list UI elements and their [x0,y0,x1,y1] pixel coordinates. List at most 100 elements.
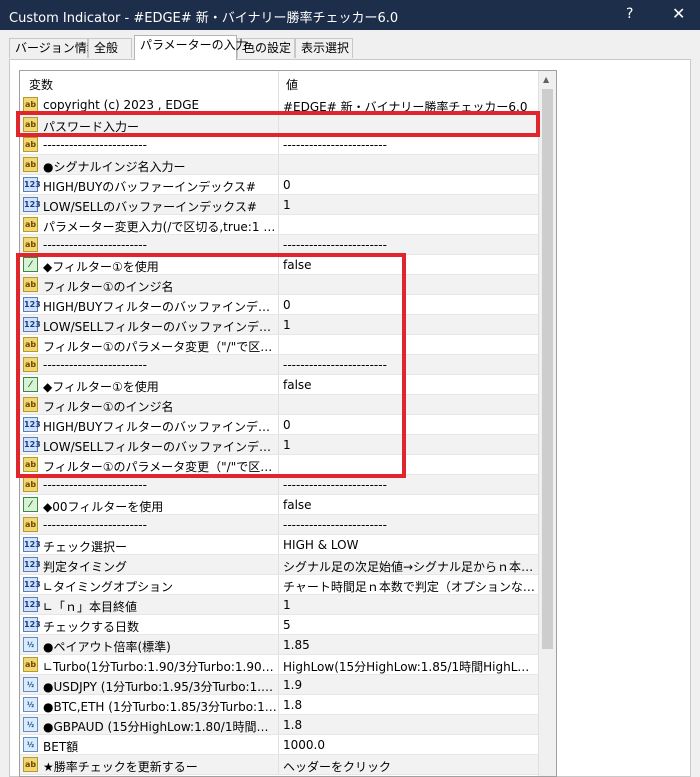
parameter-row[interactable]: 123 ∟「ｎ」本目終値 1 [20,595,538,615]
parameter-row[interactable]: 123 チェックする日数 5 [20,615,538,635]
string-type-icon: ab [23,97,38,112]
parameter-row[interactable]: ½ ●GBPAUD (15分HighLow:1.80/1時間HighLow:1.8… [20,715,538,735]
parameter-value[interactable]: false [283,258,536,272]
parameter-value[interactable]: ------------------------ [283,358,536,372]
parameter-value[interactable]: 1.9 [283,678,536,692]
parameter-row[interactable]: ab ∟Turbo(1分Turbo:1.90/3分Turbo:1.90/5分Tur… [20,655,538,675]
parameter-row[interactable]: ab ------------------------ --------------… [20,355,538,375]
parameter-value[interactable]: ヘッダーをクリック [283,758,536,775]
parameter-row[interactable]: 123 チェック選択ー HIGH & LOW [20,535,538,555]
tab-general[interactable]: 全般 [88,38,132,58]
parameter-grid: 変数 値 ab copyright (c) 2023 , EDGE #EDGE# 新… [19,70,557,777]
parameter-value[interactable]: 1 [283,318,536,332]
parameter-row[interactable]: ab ------------------------ --------------… [20,235,538,255]
parameter-row[interactable]: 123 判定タイミング シグナル足の次足始値→シグナル足からｎ本目終値 [20,555,538,575]
parameter-value[interactable]: HighLow(15分HighLow:1.85/1時間HighLow:1.85) [283,658,536,675]
vertical-scrollbar[interactable]: ▲ [538,71,556,776]
parameter-value[interactable]: ------------------------ [283,238,536,252]
double-type-icon: ½ [23,697,38,712]
parameter-value[interactable]: 1.8 [283,718,536,732]
parameter-row[interactable]: 123HIGH/BUYフィルターのバッファインデックス# 0 [20,415,538,435]
cell-divider [278,715,279,734]
column-divider[interactable] [278,71,279,95]
parameter-row[interactable]: ⁄ ◆00フィルターを使用 false [20,495,538,515]
parameter-value[interactable]: 1 [283,198,536,212]
column-header-value[interactable]: 値 [286,76,298,93]
parameter-name: ◆フィルター①を使用 [43,380,159,394]
double-type-icon: ½ [23,737,38,752]
parameter-row[interactable]: ab ★勝率チェックを更新するー ヘッダーをクリック [20,755,538,775]
help-button[interactable]: ? [626,6,633,22]
parameter-name: パスワード入力ー [43,120,140,134]
scroll-thumb[interactable] [542,89,553,649]
parameter-row[interactable]: ab フィルター①のインジ名 [20,395,538,415]
parameter-value[interactable]: 0 [283,418,536,432]
integer-type-icon: 123 [23,617,41,632]
parameter-name: パラメーター変更入力(/で区切る,true:1 false:0... [43,220,277,234]
parameter-value[interactable]: 1 [283,438,536,452]
parameter-row[interactable]: 123LOW/SELLフィルターのバッファインデックス# 1 [20,315,538,335]
parameter-row[interactable]: 123 ∟タイミングオプション チャート時間足ｎ本数で判定（オプションなし） [20,575,538,595]
parameter-row[interactable]: 123 HIGH/BUYのバッファーインデックス# 0 [20,175,538,195]
boolean-type-icon: ⁄ [23,377,38,392]
cell-divider [278,355,279,374]
tab-display[interactable]: 表示選択 [295,38,353,58]
parameter-row[interactable]: ab ●シグナルインジ名入力ー [20,155,538,175]
parameter-value[interactable]: 5 [283,618,536,632]
parameter-value[interactable]: シグナル足の次足始値→シグナル足からｎ本目終値 [283,558,536,575]
parameter-name: ◆フィルター①を使用 [43,260,159,274]
parameter-name: フィルター①のパラメータ変更（"/"で区切る） [43,460,277,474]
parameter-row[interactable]: 123 LOW/SELLのバッファーインデックス# 1 [20,195,538,215]
parameter-value[interactable]: チャート時間足ｎ本数で判定（オプションなし） [283,578,536,595]
cell-divider [278,495,279,514]
cell-divider [278,115,279,134]
tab-version-info[interactable]: バージョン情報 [9,38,99,58]
parameter-name: ------------------------ [43,478,147,492]
cell-divider [278,615,279,634]
parameter-row[interactable]: ab ------------------------ --------------… [20,515,538,535]
parameter-value[interactable]: false [283,498,536,512]
parameter-row[interactable]: ab パスワード入力ー [20,115,538,135]
parameter-value[interactable]: 1000.0 [283,738,536,752]
parameter-row[interactable]: 123HIGH/BUYフィルターのバッファインデックス# 0 [20,295,538,315]
parameter-row[interactable]: ½ BET額 1000.0 [20,735,538,755]
parameter-row[interactable]: ab パラメーター変更入力(/で区切る,true:1 false:0... [20,215,538,235]
parameter-row[interactable]: ab ------------------------ --------------… [20,475,538,495]
parameter-row[interactable]: ab ------------------------ --------------… [20,135,538,155]
parameter-value[interactable]: 0 [283,178,536,192]
parameter-value[interactable]: 1.85 [283,638,536,652]
parameter-value[interactable]: ------------------------ [283,478,536,492]
parameter-row[interactable]: ab フィルター①のパラメータ変更（"/"で区切る） [20,335,538,355]
parameter-row[interactable]: ab フィルター①のインジ名 [20,275,538,295]
scroll-up-icon[interactable]: ▲ [543,75,549,84]
parameter-row[interactable]: ½ ●USDJPY (1分Turbo:1.95/3分Turbo:1.90/5分Tu… [20,675,538,695]
cell-divider [278,555,279,574]
parameter-value[interactable]: #EDGE# 新・バイナリー勝率チェッカー6.0 [283,98,536,115]
parameter-value[interactable]: HIGH & LOW [283,538,536,552]
parameter-value[interactable]: ------------------------ [283,138,536,152]
parameter-value[interactable]: 1 [283,598,536,612]
parameter-value[interactable]: 1.8 [283,698,536,712]
boolean-type-icon: ⁄ [23,257,38,272]
parameter-value[interactable]: 0 [283,298,536,312]
parameter-row[interactable]: 123LOW/SELLフィルターのバッファインデックス# 1 [20,435,538,455]
close-button[interactable]: ✕ [672,4,685,23]
string-type-icon: ab [23,157,38,172]
parameter-name: HIGH/BUYのバッファーインデックス# [43,180,256,194]
cell-divider [278,295,279,314]
cell-divider [278,315,279,334]
parameter-value[interactable]: false [283,378,536,392]
cell-divider [278,755,279,774]
column-header-variable[interactable]: 変数 [29,76,53,93]
parameter-row[interactable]: ab フィルター①のパラメータ変更（"/"で区切る） [20,455,538,475]
parameter-value[interactable]: ------------------------ [283,518,536,532]
cell-divider [278,415,279,434]
parameter-row[interactable]: ½ ●ペイアウト倍率(標準) 1.85 [20,635,538,655]
parameter-row[interactable]: ab copyright (c) 2023 , EDGE #EDGE# 新・バイナリ… [20,95,538,115]
parameter-name: ●BTC,ETH (1分Turbo:1.85/3分Turbo:1.80/5分Tu… [43,700,277,714]
parameter-row[interactable]: ½ ●BTC,ETH (1分Turbo:1.85/3分Turbo:1.80/5分T… [20,695,538,715]
parameter-row[interactable]: ⁄ ◆フィルター①を使用 false [20,375,538,395]
string-type-icon: ab [23,137,38,152]
tab-parameters[interactable]: パラメーターの入力 [134,35,248,60]
parameter-row[interactable]: ⁄ ◆フィルター①を使用 false [20,255,538,275]
